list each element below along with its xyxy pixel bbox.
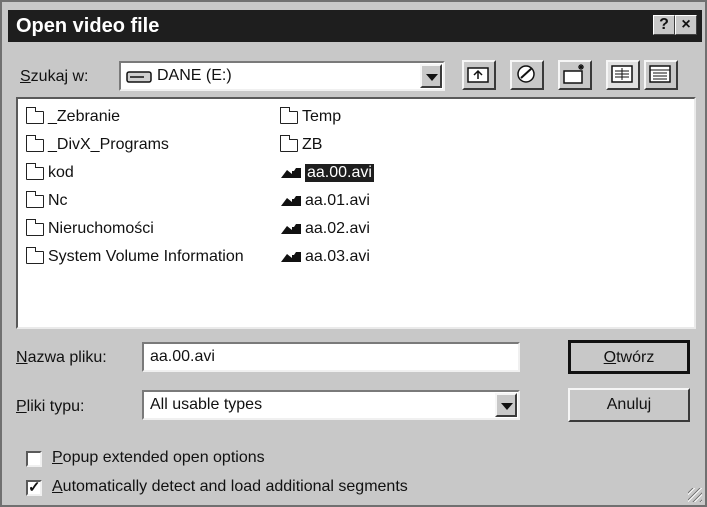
list-view-icon — [611, 65, 633, 83]
new-folder-icon — [563, 64, 584, 84]
file-item-aa-03-avi[interactable]: aa.03.avi — [280, 246, 370, 268]
file-item-temp[interactable]: Temp — [280, 106, 341, 128]
details-view-button[interactable] — [644, 60, 678, 90]
look-in-dropdown-arrow[interactable] — [420, 64, 442, 88]
file-name-value: aa.00.avi — [150, 348, 215, 365]
folder-icon — [26, 106, 44, 124]
file-list[interactable]: _Zebranie _DivX_Programs kod Nc Nierucho… — [16, 97, 696, 329]
help-button[interactable]: ? — [653, 15, 675, 35]
folder-icon — [26, 134, 44, 152]
folder-icon — [26, 218, 44, 236]
file-item-nc[interactable]: Nc — [26, 190, 68, 212]
folder-icon — [26, 162, 44, 180]
look-in-label: Szukaj w: — [20, 68, 89, 85]
window-title: Open video file — [16, 15, 160, 37]
video-file-icon — [281, 224, 301, 234]
file-name-input[interactable]: aa.00.avi — [142, 342, 520, 372]
file-item-zb[interactable]: ZB — [280, 134, 322, 156]
details-view-icon — [649, 65, 671, 83]
look-in-value: DANE (E:) — [157, 67, 232, 84]
auto-detect-segments-label: Automatically detect and load additional… — [52, 478, 408, 495]
video-file-icon — [281, 252, 301, 262]
drive-icon — [126, 71, 152, 83]
video-file-icon — [281, 196, 301, 206]
video-file-icon — [281, 168, 301, 178]
file-type-value: All usable types — [150, 396, 263, 413]
file-item-nieruchomosci[interactable]: Nieruchomości — [26, 218, 154, 240]
file-name-label: Nazwa pliku: — [16, 349, 107, 366]
title-bar: Open video file ? × — [8, 10, 702, 42]
popup-options-checkbox[interactable] — [26, 451, 42, 467]
desktop-button[interactable] — [510, 60, 544, 90]
file-item-divx-programs[interactable]: _DivX_Programs — [26, 134, 169, 156]
folder-icon — [26, 190, 44, 208]
up-folder-button[interactable] — [462, 60, 496, 90]
desktop-icon — [517, 65, 535, 83]
file-item-aa-02-avi[interactable]: aa.02.avi — [280, 218, 370, 240]
folder-icon — [26, 246, 44, 264]
file-item-kod[interactable]: kod — [26, 162, 74, 184]
file-item-aa-00-avi[interactable]: aa.00.avi — [280, 162, 374, 184]
file-item-zebranie[interactable]: _Zebranie — [26, 106, 120, 128]
up-folder-icon — [467, 67, 489, 83]
popup-options-label: Popup extended open options — [52, 449, 265, 466]
open-button[interactable]: Otwórz — [568, 340, 690, 374]
file-type-label: Pliki typu: — [16, 398, 85, 415]
close-button[interactable]: × — [675, 15, 697, 35]
file-type-combo[interactable]: All usable types — [142, 390, 520, 420]
new-folder-button[interactable] — [558, 60, 592, 90]
auto-detect-segments-checkbox[interactable]: ✓ — [26, 480, 42, 496]
cancel-button[interactable]: Anuluj — [568, 388, 690, 422]
folder-icon — [280, 106, 298, 124]
folder-icon — [280, 134, 298, 152]
file-item-system-volume-information[interactable]: System Volume Information — [26, 246, 244, 268]
selected-file-label: aa.00.avi — [305, 164, 374, 182]
open-video-dialog: Open video file ? × Szukaj w: DANE (E:) — [0, 0, 707, 507]
file-item-aa-01-avi[interactable]: aa.01.avi — [280, 190, 370, 212]
resize-grip[interactable] — [688, 488, 702, 502]
file-type-dropdown-arrow[interactable] — [495, 393, 517, 417]
look-in-combo[interactable]: DANE (E:) — [119, 61, 445, 91]
list-view-button[interactable] — [606, 60, 640, 90]
